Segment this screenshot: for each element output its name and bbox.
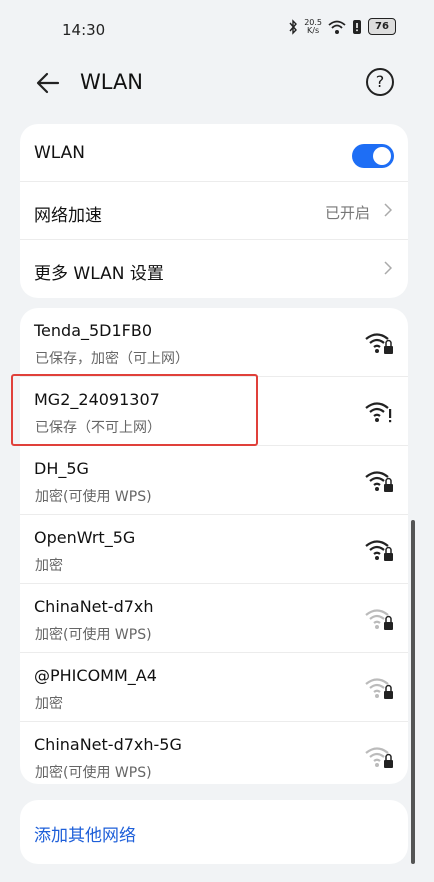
network-item[interactable]: OpenWrt_5G 加密 [20, 515, 408, 584]
network-item[interactable]: ChinaNet-d7xh 加密(可使用 WPS) [20, 584, 408, 653]
wlan-label: WLAN [34, 143, 86, 163]
network-item[interactable]: ChinaNet-d7xh-5G 加密(可使用 WPS) [20, 722, 408, 784]
network-status: 加密 [35, 696, 63, 712]
network-name: @PHICOMM_A4 [34, 666, 157, 685]
network-item[interactable]: DH_5G 加密(可使用 WPS) [20, 446, 408, 515]
network-name: ChinaNet-d7xh [34, 597, 154, 616]
wifi-lock-icon [365, 471, 393, 492]
network-status: 加密 [35, 558, 63, 574]
network-name: DH_5G [34, 459, 89, 478]
network-status: 加密(可使用 WPS) [35, 765, 152, 781]
settings-card: WLAN 网络加速 已开启 更多 WLAN 设置 [20, 124, 408, 298]
title-bar: WLAN ? [0, 58, 434, 108]
scrollbar[interactable] [411, 520, 415, 864]
chevron-right-icon [384, 203, 392, 217]
network-status: 加密(可使用 WPS) [35, 627, 152, 643]
wifi-status-icon [328, 20, 346, 34]
network-status: 已保存（不可上网） [35, 420, 161, 436]
status-icons: 20.5 K/s 76 [288, 18, 396, 35]
chevron-right-icon [384, 261, 392, 275]
network-item[interactable]: @PHICOMM_A4 加密 [20, 653, 408, 722]
wifi-lock-weak-icon [365, 678, 393, 699]
network-name: Tenda_5D1FB0 [34, 321, 153, 340]
network-list: Tenda_5D1FB0 已保存，加密（可上网） MG2_24091307 已保存（不… [20, 308, 408, 784]
back-arrow-icon[interactable] [34, 68, 64, 98]
status-bar: 14:30 20.5 K/s 76 [0, 0, 434, 58]
network-status: 已保存，加密（可上网） [35, 351, 189, 367]
page-title: WLAN [80, 70, 144, 94]
wifi-lock-icon [365, 333, 393, 354]
bluetooth-icon [289, 18, 298, 35]
network-acceleration-row[interactable]: 网络加速 已开启 [20, 182, 408, 240]
wifi-lock-icon [365, 540, 393, 561]
alert-icon [353, 19, 361, 34]
wifi-lock-weak-icon [365, 609, 393, 630]
network-item[interactable]: MG2_24091307 已保存（不可上网） [20, 377, 408, 446]
more-wlan-settings-row[interactable]: 更多 WLAN 设置 [20, 240, 408, 297]
wlan-toggle[interactable] [352, 144, 394, 168]
network-name: OpenWrt_5G [34, 528, 136, 547]
wifi-warning-icon [365, 402, 392, 423]
more-wlan-settings-label: 更多 WLAN 设置 [34, 264, 164, 284]
wlan-toggle-row[interactable]: WLAN [20, 124, 408, 182]
network-status: 加密(可使用 WPS) [35, 489, 152, 505]
network-item[interactable]: Tenda_5D1FB0 已保存，加密（可上网） [20, 308, 408, 377]
network-speed: 20.5 K/s [304, 17, 322, 35]
battery-indicator: 76 [368, 18, 396, 35]
network-name: ChinaNet-d7xh-5G [34, 735, 182, 754]
add-other-network-button[interactable]: 添加其他网络 [34, 821, 136, 846]
network-acceleration-label: 网络加速 [34, 206, 102, 226]
network-name: MG2_24091307 [34, 390, 160, 409]
help-icon[interactable]: ? [366, 68, 394, 96]
add-network-card: 添加其他网络 [20, 800, 408, 864]
status-time: 14:30 [62, 21, 106, 39]
wifi-lock-weak-icon [365, 747, 393, 768]
network-acceleration-value: 已开启 [324, 204, 370, 222]
